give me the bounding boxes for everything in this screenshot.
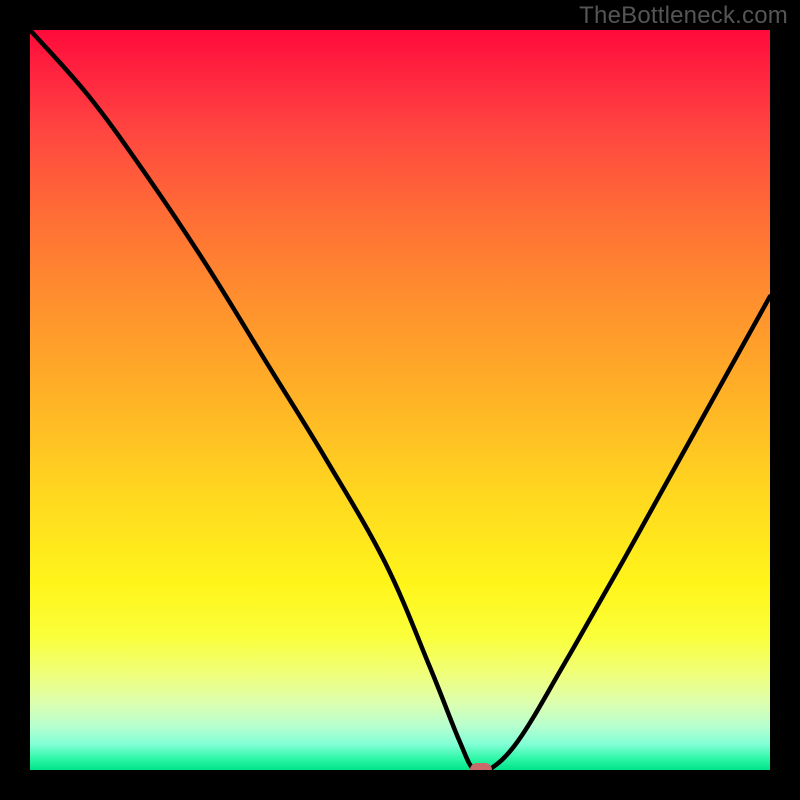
- chart-frame: TheBottleneck.com: [0, 0, 800, 800]
- bottleneck-curve: [30, 30, 770, 770]
- watermark-text: TheBottleneck.com: [579, 2, 788, 30]
- curve-path: [30, 30, 770, 770]
- plot-area: [30, 30, 770, 770]
- optimal-point-marker: [470, 763, 492, 770]
